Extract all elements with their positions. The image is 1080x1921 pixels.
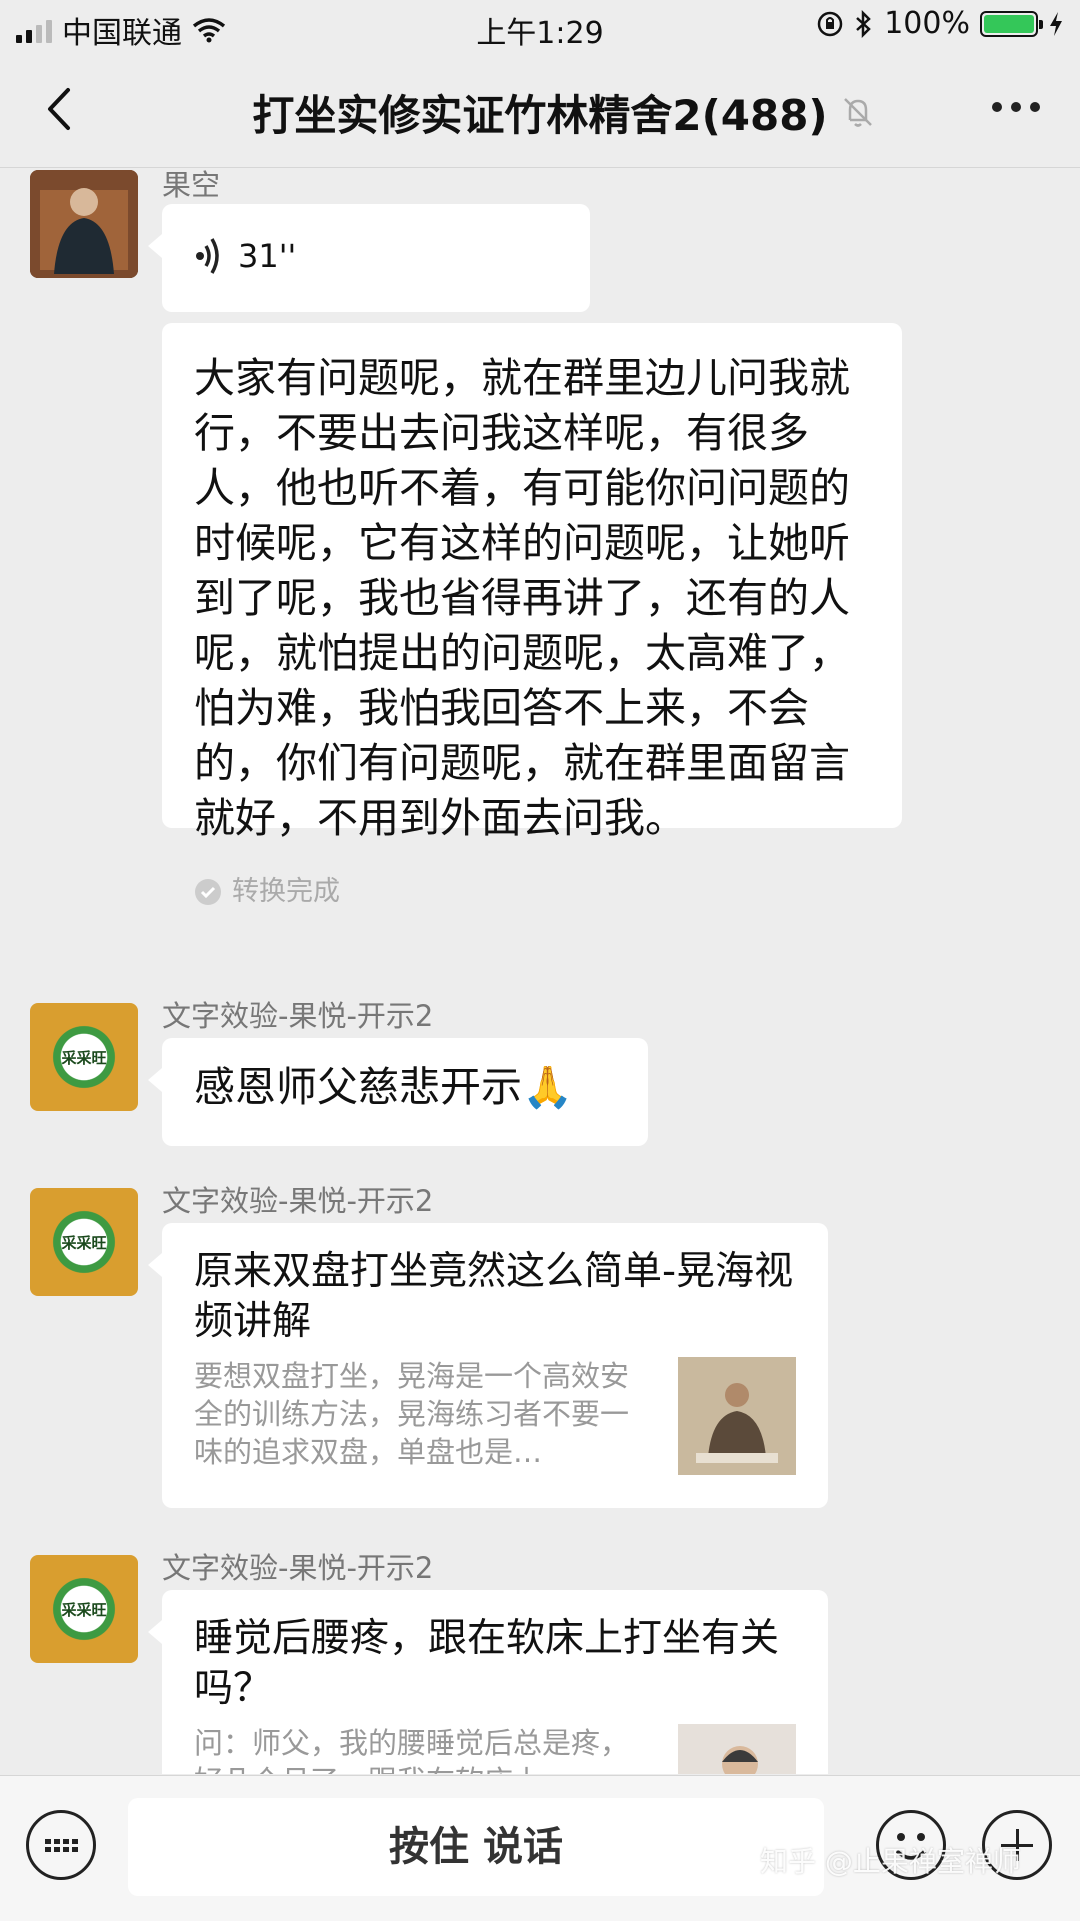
message-list: 果空 31'' 大家有问题呢，就在群里边儿问我就行，不要出去问我这样呢，有很多人… — [0, 168, 1080, 1774]
check-circle-icon — [195, 878, 221, 905]
chat-header: 打坐实修实证竹林精舍2(488) — [0, 52, 1080, 168]
sender-name: 文字效验-果悦-开示2 — [162, 999, 434, 1033]
chat-title: 打坐实修实证竹林精舍2(488) — [252, 91, 828, 140]
card-description: 问：师父，我的腰睡觉后总是疼，好几个月了，跟我在软床上… — [194, 1726, 630, 1774]
hold-to-talk-button[interactable]: 按住 说话 — [128, 1798, 824, 1896]
battery-percent: 100% — [884, 6, 970, 41]
battery-icon — [980, 10, 1043, 37]
link-card[interactable]: 原来双盘打坐竟然这么简单-晃海视频讲解 要想双盘打坐，晃海是一个高效安全的训练方… — [148, 1223, 828, 1508]
avatar[interactable]: 采采旺 — [30, 1188, 138, 1296]
avatar[interactable]: 采采旺 — [30, 1003, 138, 1111]
message-text: 感恩师父慈悲开示🙏 — [194, 1063, 574, 1111]
voice-wave-icon — [196, 238, 219, 274]
transcript-bubble[interactable]: 大家有问题呢，就在群里边儿问我就行，不要出去问我这样呢，有很多人，他也听不着，有… — [162, 323, 902, 907]
transcript-status: 转换完成 — [232, 876, 340, 907]
sender-name: 文字效验-果悦-开示2 — [162, 1184, 434, 1218]
more-dots-icon[interactable] — [992, 102, 1040, 112]
sender-name: 文字效验-果悦-开示2 — [162, 1551, 434, 1585]
card-title: 睡觉后腰疼，跟在软床上打坐有关吗？ — [194, 1616, 780, 1711]
keyboard-icon[interactable] — [26, 1810, 96, 1880]
text-message[interactable]: 感恩师父慈悲开示🙏 — [148, 1038, 648, 1146]
rotation-lock-icon — [817, 11, 843, 36]
sender-name: 果空 — [162, 168, 221, 202]
card-thumbnail — [678, 1357, 796, 1475]
card-description: 要想双盘打坐，晃海是一个高效安全的训练方法，晃海练习者不要一味的追求双盘，单盘也… — [194, 1359, 630, 1469]
watermark: 知乎 @止果禅室禅师 — [760, 1845, 1021, 1878]
transcript-text: 大家有问题呢，就在群里边儿问我就行，不要出去问我这样呢，有很多人，他也听不着，有… — [194, 354, 850, 842]
voice-message[interactable]: 31'' — [148, 204, 590, 312]
link-card[interactable]: 睡觉后腰疼，跟在软床上打坐有关吗？ 问：师父，我的腰睡觉后总是疼，好几个月了，跟… — [148, 1590, 828, 1774]
card-title: 原来双盘打坐竟然这么简单-晃海视频讲解 — [194, 1249, 794, 1344]
bell-muted-icon — [844, 98, 872, 127]
bluetooth-icon — [856, 9, 872, 38]
avatar[interactable]: 采采旺 — [30, 1555, 138, 1663]
voice-duration: 31'' — [238, 237, 297, 275]
avatar[interactable] — [30, 170, 138, 278]
card-thumbnail — [678, 1724, 796, 1774]
charging-icon — [1050, 11, 1062, 36]
status-bar: 中国联通 上午1:29 100% — [0, 0, 1080, 52]
